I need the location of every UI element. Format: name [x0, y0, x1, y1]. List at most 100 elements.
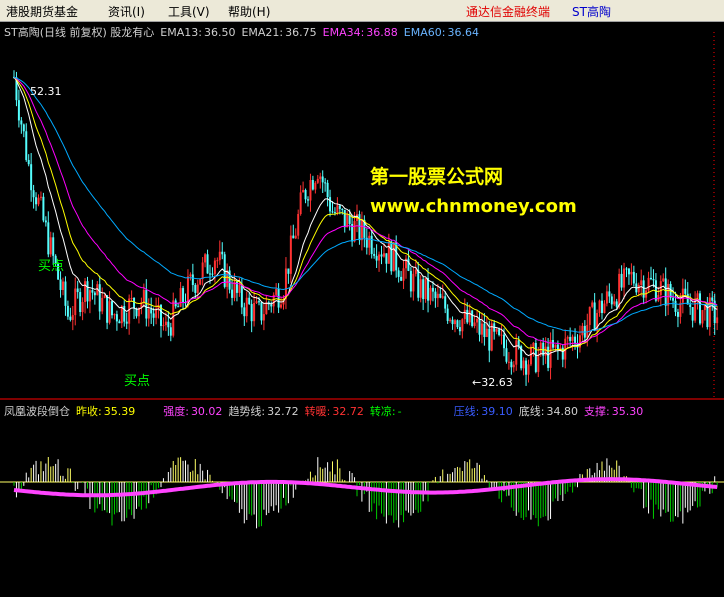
- candle-body: [461, 319, 464, 332]
- candle-body: [253, 302, 256, 322]
- candle-body: [711, 297, 714, 301]
- candle-body: [566, 337, 569, 339]
- candle-body: [294, 235, 297, 239]
- candle-body: [537, 354, 540, 372]
- candle-body: [37, 197, 40, 205]
- candle-body: [142, 289, 145, 303]
- candle-body: [79, 292, 82, 313]
- candle-body: [630, 271, 633, 275]
- buy-point-label-2: 买点: [124, 374, 150, 389]
- candle-body: [182, 288, 185, 303]
- candle-body: [402, 268, 405, 281]
- candle-body: [255, 301, 258, 303]
- candle-body: [441, 296, 444, 298]
- watermark-title: 第一股票公式网: [370, 166, 504, 188]
- candle-body: [471, 310, 474, 327]
- candle-body: [620, 273, 623, 288]
- menu-bar: 港股期货基金 资讯(I) 工具(V) 帮助(H) 通达信金融终端 ST高陶: [0, 0, 724, 22]
- candle-body: [427, 277, 430, 301]
- candle-body: [603, 303, 606, 313]
- candle-body: [115, 314, 118, 322]
- candle-body: [608, 291, 611, 297]
- candle-body: [505, 348, 508, 362]
- prev-close-label: 昨收:: [76, 405, 102, 418]
- candle-body: [699, 293, 701, 324]
- candle-body: [314, 182, 317, 190]
- candle-body: [218, 251, 221, 261]
- candle-body: [378, 254, 381, 261]
- price-chart-svg[interactable]: 52.31 ←32.63 买点 买点: [0, 22, 724, 597]
- candle-body: [167, 321, 170, 328]
- candle-body: [615, 301, 618, 307]
- candle-body: [113, 314, 116, 316]
- candle-body: [186, 276, 189, 303]
- candle-body: [569, 337, 572, 341]
- candle-body: [245, 297, 248, 317]
- menu-hk-futures[interactable]: 港股期货基金: [6, 3, 78, 20]
- candle-body: [414, 269, 417, 274]
- candle-body: [311, 180, 314, 190]
- candle-body: [458, 327, 461, 332]
- candle-body: [216, 260, 219, 262]
- candle-body: [527, 364, 530, 375]
- turn-cool-label: 转凉:: [369, 405, 396, 418]
- candle-body: [439, 293, 442, 298]
- candle-body: [451, 319, 454, 325]
- candle-body: [368, 235, 371, 248]
- candle-body: [674, 300, 677, 312]
- high-price-label: 52.31: [30, 85, 62, 98]
- kline-chart-area[interactable]: ST高陶(日线 前复权) 股龙有心 EMA13: 36.50 EMA21: 36.75 E…: [0, 22, 724, 597]
- menu-info[interactable]: 资讯(I): [108, 3, 145, 20]
- candle-body: [231, 289, 234, 298]
- candle-body: [625, 268, 628, 270]
- candle-body: [292, 235, 295, 239]
- candle-body: [25, 131, 28, 160]
- candle-body: [664, 278, 667, 306]
- candle-body: [581, 325, 584, 336]
- candle-body: [637, 284, 640, 293]
- candle-body: [304, 190, 307, 200]
- candle-body: [387, 241, 390, 264]
- candle-body: [194, 284, 197, 293]
- candle-body: [672, 297, 675, 301]
- candle-body: [258, 301, 260, 303]
- candle-body: [424, 277, 427, 300]
- candle-body: [226, 270, 229, 287]
- candle-body: [446, 308, 449, 321]
- candles-group: [13, 70, 719, 386]
- menu-help[interactable]: 帮助(H): [228, 3, 270, 20]
- candle-body: [400, 276, 403, 281]
- trend-value: 32.72: [267, 405, 299, 418]
- menu-tools[interactable]: 工具(V): [168, 3, 210, 20]
- candle-body: [189, 274, 192, 277]
- candle-body: [213, 260, 216, 274]
- candle-body: [598, 300, 601, 314]
- candle-body: [316, 178, 319, 183]
- candle-body: [503, 334, 505, 349]
- candle-body: [574, 336, 577, 344]
- candle-body: [708, 297, 711, 328]
- indicator-name: 凤凰波段倒仓: [4, 405, 70, 418]
- candle-body: [434, 291, 437, 299]
- strength-label: 强度:: [163, 405, 189, 418]
- candle-body: [544, 346, 547, 356]
- candle-body: [260, 302, 263, 321]
- candle-body: [284, 268, 287, 299]
- candle-body: [108, 301, 111, 323]
- candle-body: [610, 296, 613, 305]
- candle-body: [676, 311, 679, 317]
- candle-body: [417, 269, 420, 298]
- candle-body: [454, 320, 456, 325]
- candle-body: [436, 293, 439, 299]
- candle-body: [473, 322, 476, 327]
- candle-body: [98, 284, 101, 312]
- candle-body: [76, 288, 79, 293]
- candle-body: [88, 290, 91, 302]
- candle-body: [265, 302, 268, 315]
- candle-body: [69, 316, 72, 320]
- candle-body: [679, 302, 682, 317]
- candle-body: [221, 251, 224, 255]
- candle-body: [490, 323, 493, 351]
- candle-body: [613, 301, 616, 305]
- candle-body: [483, 323, 486, 338]
